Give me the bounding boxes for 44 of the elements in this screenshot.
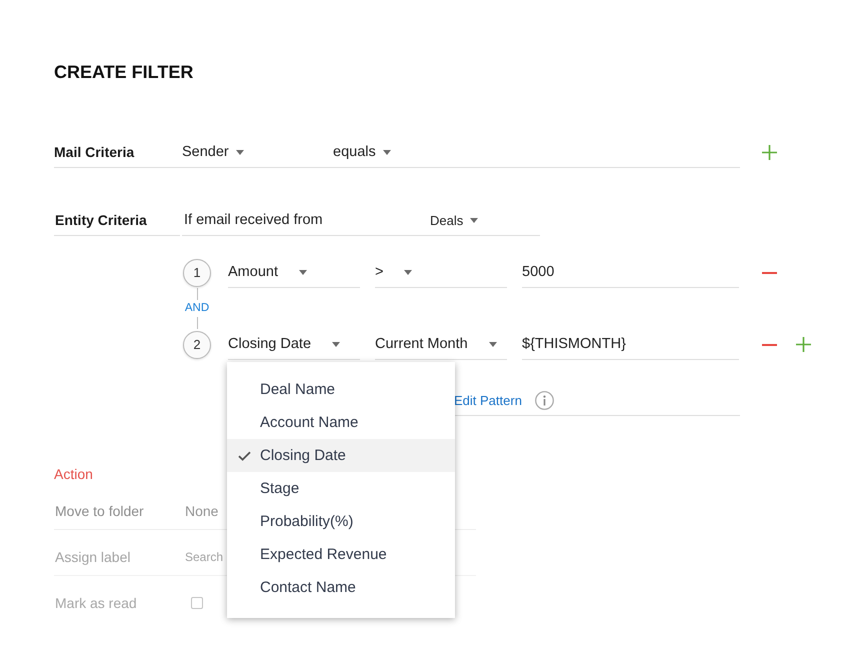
connector-line: [196, 288, 198, 300]
menu-item[interactable]: Closing Date: [227, 439, 455, 472]
field-label: Mail Criteria: [54, 144, 136, 160]
join-operator[interactable]: AND: [184, 300, 210, 317]
operator-dropdown[interactable]: >: [375, 257, 507, 288]
menu-item[interactable]: Account Name: [227, 406, 455, 439]
field-label: Entity Criteria: [54, 205, 180, 236]
value-field[interactable]: 5000: [522, 257, 739, 288]
caret-icon: [404, 270, 412, 274]
menu-item[interactable]: Stage: [227, 472, 455, 505]
caret-icon: [236, 150, 244, 154]
menu-item[interactable]: Expected Revenue: [227, 538, 455, 571]
menu-item[interactable]: Deal Name: [227, 373, 455, 406]
caret-icon: [298, 270, 307, 274]
caret-icon: [470, 218, 478, 222]
plus-icon[interactable]: [796, 337, 811, 352]
condition-number: 1: [183, 258, 211, 286]
module-dropdown[interactable]: Deals: [430, 212, 478, 228]
field-dropdown[interactable]: Amount: [228, 257, 360, 288]
minus-icon[interactable]: [762, 272, 777, 274]
section-heading: Action: [54, 465, 93, 483]
info-icon[interactable]: [534, 390, 554, 410]
plus-icon[interactable]: [762, 145, 777, 160]
condition-number: 2: [183, 330, 211, 358]
field-label: Mark as read: [55, 595, 138, 611]
value-field[interactable]: ${THISMONTH}: [522, 329, 739, 360]
field-label: Assign label: [55, 549, 132, 565]
checkbox[interactable]: [191, 597, 203, 609]
caret-icon: [332, 342, 340, 346]
operator-dropdown[interactable]: equals: [333, 144, 391, 160]
dialog-title: CREATE FILTER: [54, 62, 194, 82]
field-dropdown[interactable]: Sender: [182, 144, 333, 160]
menu-item[interactable]: Probability(%): [227, 505, 455, 538]
minus-icon[interactable]: [762, 344, 777, 346]
criteria-text: If email received from: [184, 212, 324, 228]
menu-item[interactable]: Contact Name: [227, 571, 455, 604]
connector-line: [196, 317, 198, 329]
caret-icon: [488, 342, 497, 346]
check-icon: [238, 450, 251, 460]
edit-pattern-link[interactable]: Edit Pattern: [454, 392, 522, 408]
field-label: Move to folder: [55, 503, 145, 519]
operator-dropdown[interactable]: Current Month: [375, 329, 507, 360]
caret-icon: [382, 150, 391, 154]
field-dropdown[interactable]: Closing Date: [228, 329, 360, 360]
